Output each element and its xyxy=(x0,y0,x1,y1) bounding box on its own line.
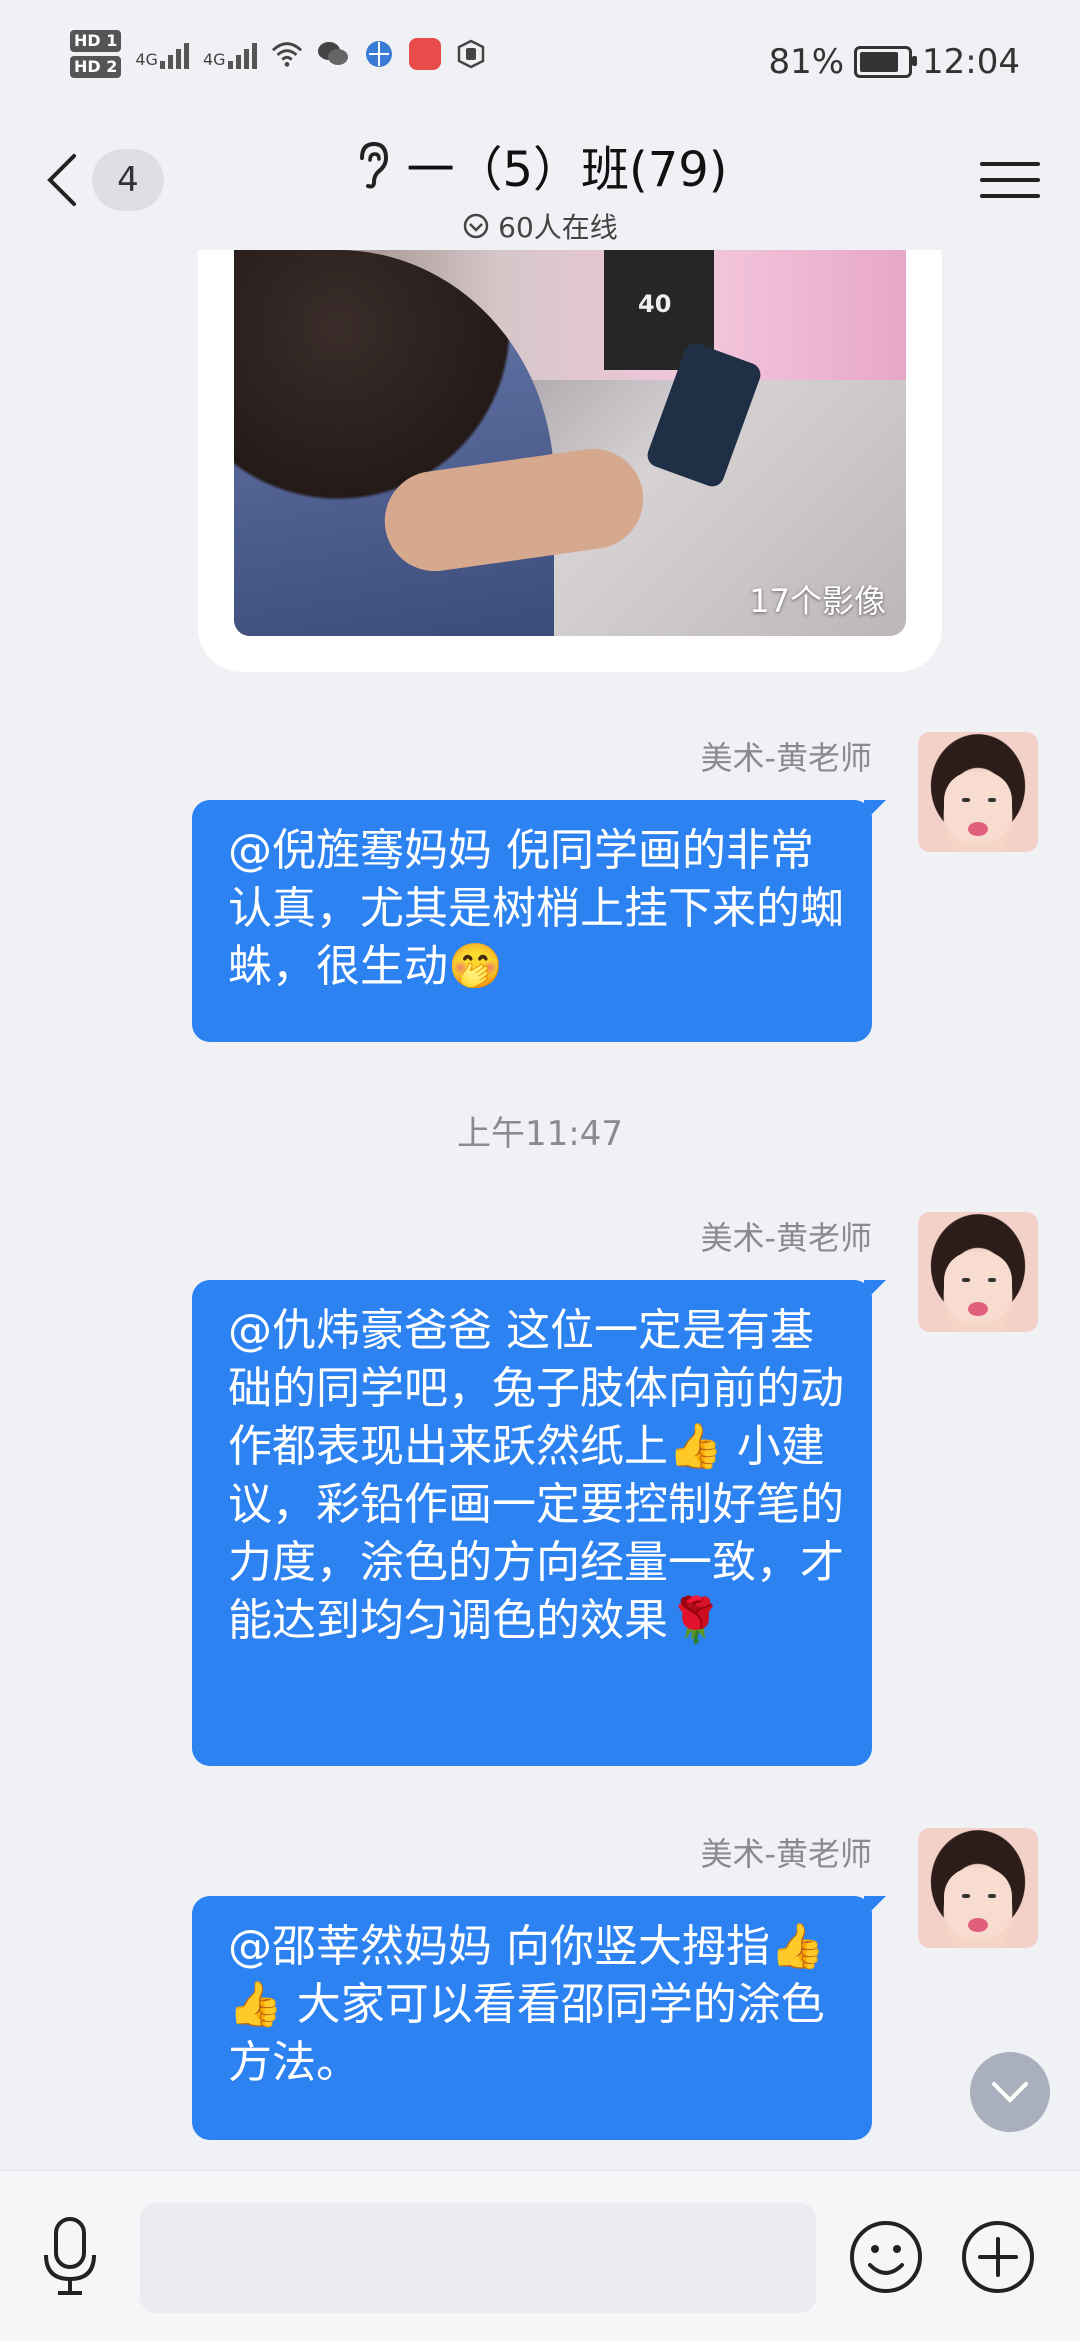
signal-bars-icon xyxy=(227,39,257,69)
status-bar: HD 1 HD 2 4G 4G 81% 12:04 xyxy=(0,0,1080,120)
status-right: 81% 12:04 xyxy=(768,42,1020,82)
microphone-icon xyxy=(44,2217,96,2295)
message-timestamp: 上午11:47 xyxy=(457,1114,623,1154)
sim-indicators: HD 1 HD 2 xyxy=(70,30,122,78)
photo-count-label: 17个影像 xyxy=(749,582,886,620)
chevron-down-icon xyxy=(992,2082,1028,2103)
avatar[interactable] xyxy=(918,732,1038,852)
hd1-label: HD 1 xyxy=(70,30,122,52)
avatar[interactable] xyxy=(918,1828,1038,1948)
online-status: 60人在线 xyxy=(0,206,1080,246)
signal-1: 4G xyxy=(135,39,189,69)
hand-icon xyxy=(455,38,487,70)
online-count: 60人在线 xyxy=(498,211,618,244)
message-input[interactable] xyxy=(140,2203,816,2313)
group-name: 一（5）班(79) xyxy=(406,142,728,198)
input-bar xyxy=(0,2170,1080,2341)
scroll-to-bottom-button[interactable] xyxy=(970,2052,1050,2132)
network-1-label: 4G xyxy=(135,50,158,69)
status-left: HD 1 HD 2 4G 4G xyxy=(70,30,487,78)
signal-2: 4G xyxy=(203,39,257,69)
more-button[interactable] xyxy=(960,2219,1036,2295)
smiley-icon xyxy=(850,2221,922,2293)
check-circle-icon xyxy=(463,213,489,239)
battery-percent: 81% xyxy=(768,42,845,82)
emoji-button[interactable] xyxy=(848,2219,924,2295)
message-bubble[interactable]: @倪旌骞妈妈 倪同学画的非常认真，尤其是树梢上挂下来的蜘蛛，很生动🤭 xyxy=(192,800,886,1042)
chat-header: 4 一（5）班(79) 60人在线 xyxy=(0,120,1080,250)
chat-title-area[interactable]: 一（5）班(79) 60人在线 xyxy=(0,130,1080,246)
message-sender: 美术-黄老师 xyxy=(700,1219,872,1257)
battery-icon xyxy=(854,46,918,78)
message-sender: 美术-黄老师 xyxy=(700,739,872,777)
wifi-icon xyxy=(271,38,303,70)
browser-icon xyxy=(363,38,395,70)
huawei-icon xyxy=(408,38,441,70)
plus-circle-icon xyxy=(962,2221,1034,2293)
avatar[interactable] xyxy=(918,1212,1038,1332)
network-2-label: 4G xyxy=(202,50,226,69)
menu-icon[interactable] xyxy=(980,150,1040,210)
signal-bars-icon xyxy=(159,39,189,69)
message-bubble[interactable]: @仇炜豪爸爸 这位一定是有基础的同学吧，兔子肢体向前的动作都表现出来跃然纸上👍 … xyxy=(192,1280,886,1766)
ear-icon xyxy=(360,141,389,189)
message-photo[interactable]: 40 17个影像 xyxy=(234,250,906,636)
hd2-label: HD 2 xyxy=(70,56,122,78)
wechat-icon xyxy=(317,38,349,70)
message-bubble[interactable]: @邵莘然妈妈 向你竖大拇指👍👍 大家可以看看邵同学的涂色方法。 xyxy=(192,1896,886,2140)
message-sender: 美术-黄老师 xyxy=(700,1835,872,1873)
clock: 12:04 xyxy=(922,42,1020,82)
image-message-card[interactable]: 40 17个影像 xyxy=(198,250,942,672)
photo-box-label: 40 xyxy=(638,290,672,318)
voice-button[interactable] xyxy=(40,2215,100,2299)
chat-title: 一（5）班(79) xyxy=(352,130,728,200)
